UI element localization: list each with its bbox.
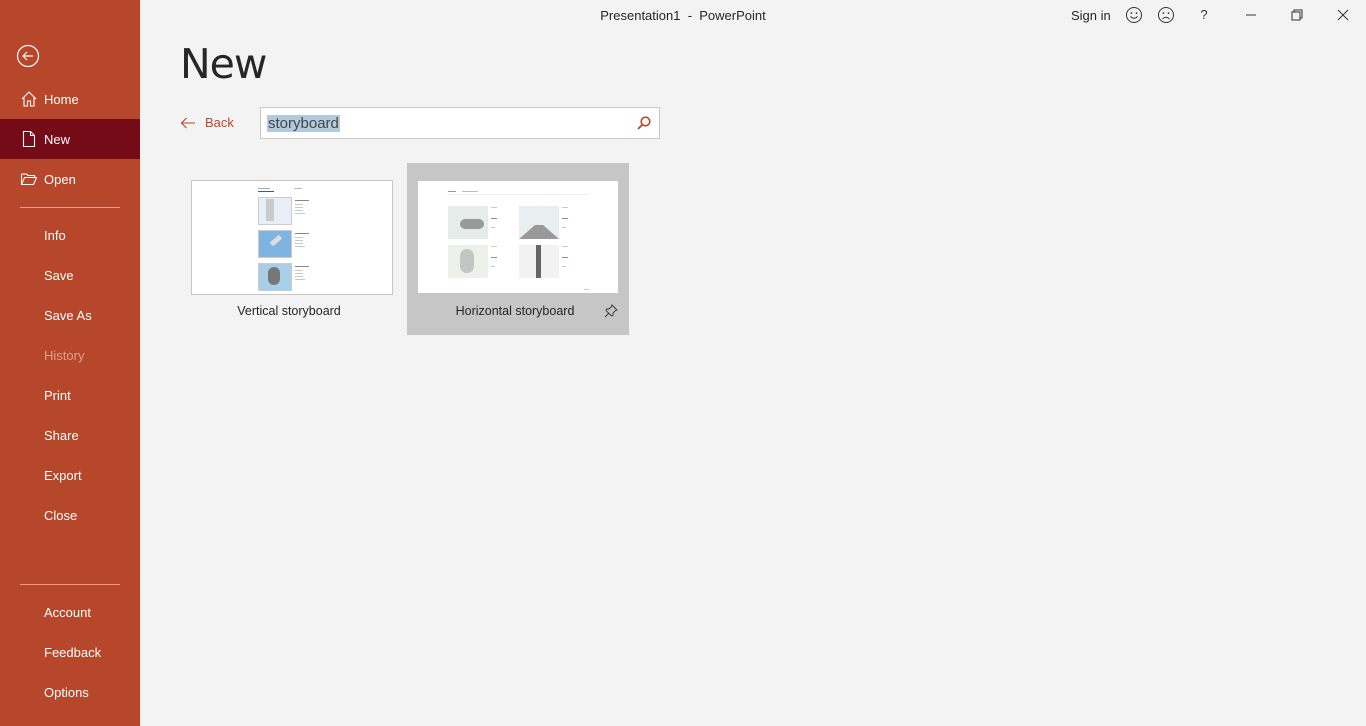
back-arrow-circle-icon[interactable]	[16, 44, 40, 68]
search-value[interactable]: storyboard	[267, 115, 340, 132]
new-document-icon	[22, 130, 36, 148]
search-icon[interactable]	[636, 115, 652, 131]
help-icon[interactable]: ?	[1199, 7, 1209, 25]
sidebar-item-label: History	[44, 347, 85, 363]
sidebar-item-label: New	[44, 131, 71, 147]
window-title: Presentation1 - PowerPoint	[600, 8, 766, 23]
sidebar-item-label: Account	[44, 604, 91, 620]
minimize-icon[interactable]	[1242, 6, 1260, 24]
sidebar-item-label: Home	[44, 91, 79, 107]
sidebar-item-print[interactable]: Print	[0, 375, 140, 415]
sidebar-item-save[interactable]: Save	[0, 255, 140, 295]
sign-in-link[interactable]: Sign in	[1071, 8, 1111, 23]
template-label: Vertical storyboard	[237, 304, 341, 318]
sidebar-item-close[interactable]: Close	[0, 495, 140, 535]
template-label: Horizontal storyboard	[455, 304, 575, 318]
sidebar-item-info[interactable]: Info	[0, 215, 140, 255]
back-arrow-icon	[180, 117, 195, 128]
smile-icon[interactable]	[1125, 6, 1143, 24]
sidebar-item-label: Info	[44, 227, 66, 243]
sidebar-item-label: Save As	[44, 307, 92, 323]
template-vertical-storyboard[interactable]: Vertical storyboard	[181, 163, 403, 335]
sidebar-item-label: Feedback	[44, 644, 102, 660]
sidebar-item-open[interactable]: Open	[0, 159, 140, 199]
sidebar-item-history: History	[0, 335, 140, 375]
close-icon[interactable]	[1334, 6, 1352, 24]
sidebar-item-home[interactable]: Home	[0, 79, 140, 119]
open-folder-icon	[20, 173, 38, 186]
home-icon	[21, 91, 37, 107]
backstage-sidebar: Home New Open Info Save Save As History …	[0, 0, 140, 726]
back-label: Back	[205, 115, 234, 130]
sidebar-item-label: Open	[44, 171, 76, 187]
sidebar-item-label: Close	[44, 507, 78, 523]
template-search-input[interactable]: storyboard	[260, 107, 660, 139]
sidebar-divider	[20, 584, 120, 585]
sidebar-item-label: Print	[44, 387, 71, 403]
sidebar-item-feedback[interactable]: Feedback	[0, 632, 140, 672]
sidebar-item-label: Options	[44, 684, 89, 700]
sidebar-item-label: Save	[44, 267, 74, 283]
frown-icon[interactable]	[1157, 6, 1175, 24]
sidebar-item-account[interactable]: Account	[0, 592, 140, 632]
sidebar-item-label: Share	[44, 427, 79, 443]
sidebar-item-options[interactable]: Options	[0, 672, 140, 712]
sidebar-item-export[interactable]: Export	[0, 455, 140, 495]
template-thumbnail	[191, 180, 393, 295]
page-title: New	[180, 40, 267, 88]
sidebar-item-share[interactable]: Share	[0, 415, 140, 455]
restore-icon[interactable]	[1288, 6, 1306, 24]
back-button[interactable]: Back	[180, 115, 234, 130]
sidebar-item-label: Export	[44, 467, 82, 483]
pin-icon[interactable]	[604, 304, 618, 318]
template-thumbnail	[418, 181, 618, 293]
sidebar-item-save-as[interactable]: Save As	[0, 295, 140, 335]
sidebar-divider	[20, 207, 120, 208]
sidebar-item-new[interactable]: New	[0, 119, 140, 159]
template-horizontal-storyboard[interactable]: Horizontal storyboard	[407, 163, 629, 335]
